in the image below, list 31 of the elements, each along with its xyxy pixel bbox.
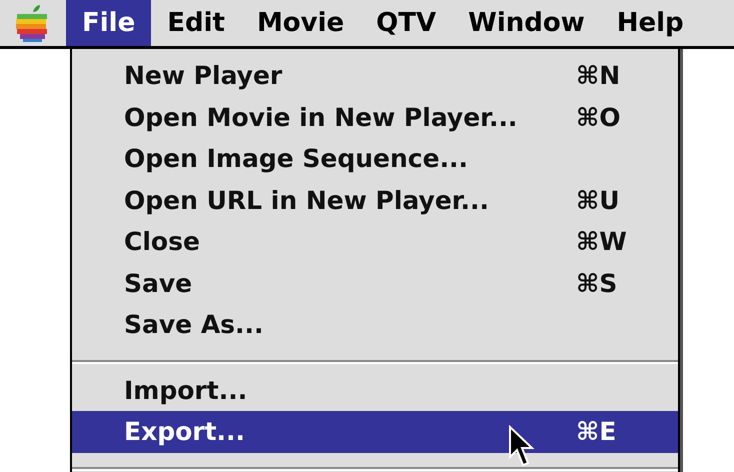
menu-bar-item[interactable]: Movie: [240, 0, 360, 46]
menu-item[interactable]: Open Image Sequence...: [72, 138, 678, 180]
shortcut-label: ⌘E: [576, 417, 618, 446]
shortcut-label: ⌘O: [576, 102, 622, 132]
shortcut-label: ⌘N: [576, 61, 622, 90]
menu-item-label: Save As...: [124, 310, 264, 340]
menu-item-label: New Player: [124, 61, 282, 90]
shortcut-label: ⌘S: [576, 268, 618, 298]
menu-item-label: Open Image Sequence...: [124, 144, 468, 174]
shortcut-label: ⌘U: [576, 186, 620, 215]
menu-item[interactable]: Save As...: [72, 304, 678, 346]
menu-item-label: Open Movie in New Player...: [124, 102, 518, 132]
menu-item-label: Close: [124, 227, 200, 256]
menu-bar-item[interactable]: Window: [452, 0, 601, 46]
menu-item[interactable]: Open Movie in New Player... ⌘O: [72, 96, 678, 138]
menu-bar-item[interactable]: Edit: [151, 0, 241, 46]
menu-item-label: Export...: [124, 417, 246, 446]
menu-item[interactable]: Open URL in New Player... ⌘U: [72, 180, 678, 221]
menu-bar-item[interactable]: Help: [600, 0, 700, 46]
menu-item-label: Import...: [124, 376, 248, 405]
menu-item[interactable]: Import...: [72, 370, 678, 411]
menu-bar-item[interactable]: QTV: [360, 0, 452, 46]
menu-item[interactable]: Save ⌘S: [72, 262, 678, 304]
menu-item-label: Open URL in New Player...: [124, 186, 490, 215]
menu-item[interactable]: Export... ⌘E: [72, 411, 678, 452]
menu-item-label: Save: [124, 268, 192, 298]
mouse-pointer-icon: [508, 425, 536, 467]
menu-bar-item[interactable]: File: [66, 0, 152, 46]
shortcut-label: ⌘W: [576, 227, 628, 256]
menu-item[interactable]: New Player ⌘N: [72, 55, 678, 96]
menu-item[interactable]: Close ⌘W: [72, 221, 678, 262]
